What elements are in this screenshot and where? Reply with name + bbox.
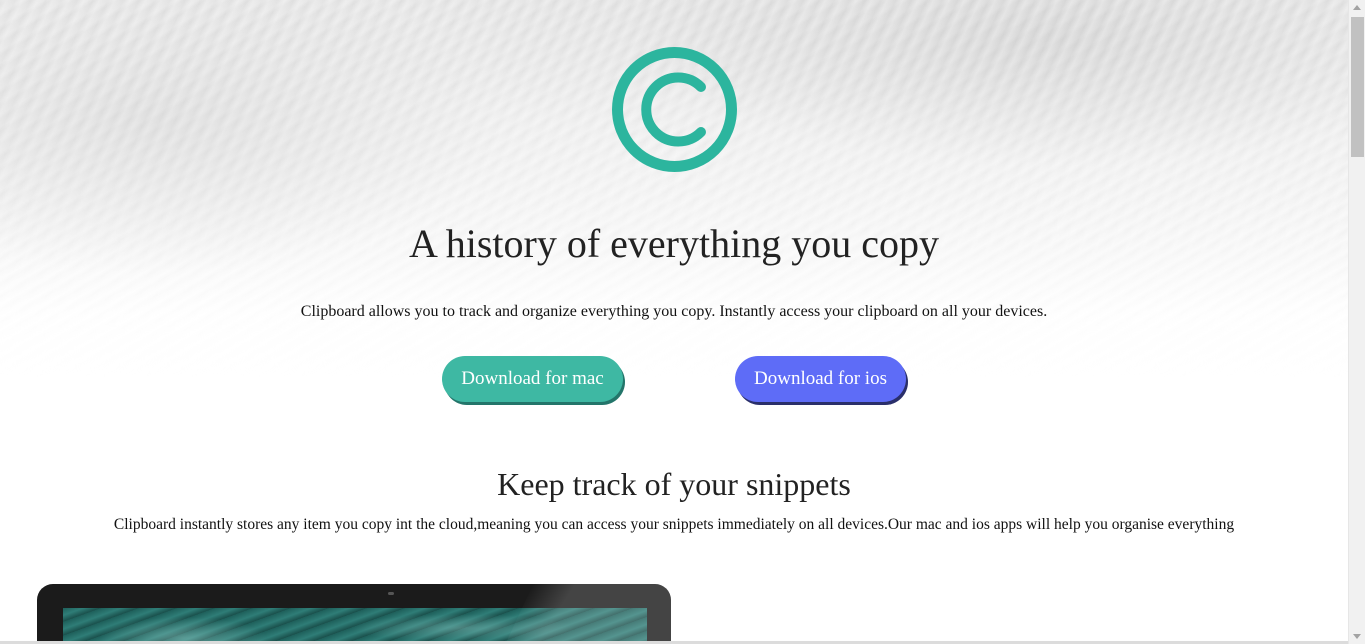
arrow-up-icon[interactable] xyxy=(1353,5,1361,10)
download-mac-button[interactable]: Download for mac xyxy=(442,356,623,402)
download-ios-button[interactable]: Download for ios xyxy=(735,356,906,402)
scroll-thumb[interactable] xyxy=(1351,17,1364,157)
laptop-glare xyxy=(500,584,671,644)
copyright-icon xyxy=(612,47,737,172)
laptop-camera xyxy=(388,592,394,595)
snippets-title: Keep track of your snippets xyxy=(497,466,851,502)
snippets-text: Clipboard instantly stores any item you … xyxy=(113,516,1235,533)
hero-title: A history of everything you copy xyxy=(409,221,939,266)
vertical-scrollbar[interactable] xyxy=(1348,0,1365,644)
page: A history of everything you copy Clipboa… xyxy=(0,0,1365,644)
laptop-image xyxy=(37,584,671,644)
arrow-down-icon[interactable] xyxy=(1353,634,1361,639)
hero-subtitle: Clipboard allows you to track and organi… xyxy=(300,303,1048,320)
